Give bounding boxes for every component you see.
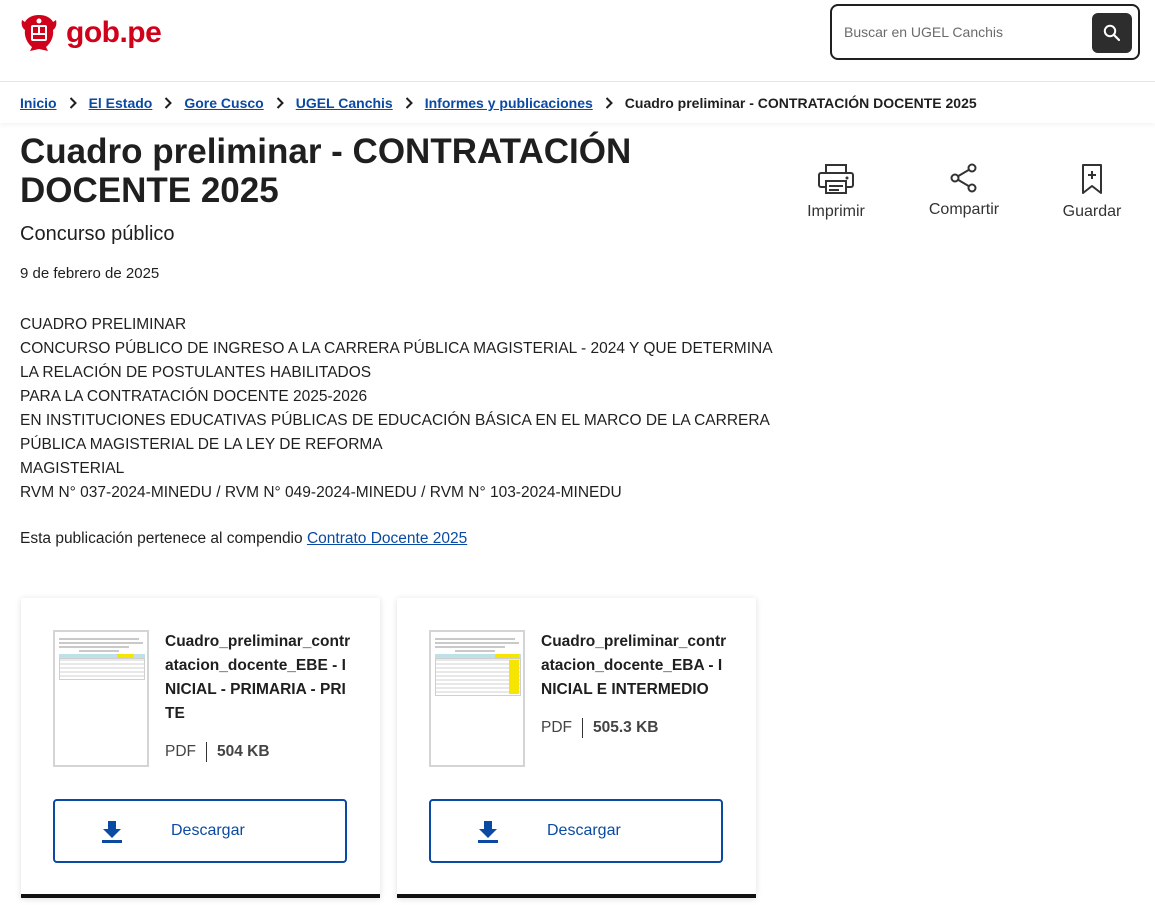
download-icon [478, 821, 498, 843]
file-card: Cuadro_preliminar_contratacion_docente_E… [21, 598, 380, 898]
gob-pe-logo[interactable]: gob.pe [18, 12, 162, 54]
page-subtitle: Concurso público [20, 223, 175, 245]
breadcrumb-link-el-estado[interactable]: El Estado [89, 95, 153, 111]
chevron-right-icon [397, 96, 421, 110]
breadcrumb-current: Cuadro preliminar - CONTRATACIÓN DOCENTE… [624, 95, 977, 111]
pdf-thumbnail[interactable] [429, 630, 525, 767]
share-icon [950, 163, 977, 193]
site-header: gob.pe [0, 0, 1155, 82]
file-meta: PDF 504 KB [165, 742, 270, 762]
description-line: EN INSTITUCIONES EDUCATIVAS PÚBLICAS DE … [20, 412, 770, 429]
description-line: CUADRO PRELIMINAR [20, 316, 187, 333]
logo-text: gob.pe [66, 16, 162, 49]
file-type: PDF [165, 743, 196, 760]
description-line: PÚBLICA MAGISTERIAL DE LA LEY DE REFORMA [20, 436, 383, 453]
save-label: Guardar [1062, 203, 1122, 220]
file-card: Cuadro_preliminar_contratacion_docente_E… [397, 598, 756, 898]
breadcrumb-link-inicio[interactable]: Inicio [20, 95, 57, 111]
publication-description: CUADRO PRELIMINAR CONCURSO PÚBLICO DE IN… [20, 313, 773, 505]
breadcrumb-link-gore-cusco[interactable]: Gore Cusco [184, 95, 263, 111]
breadcrumb: Inicio El Estado Gore Cusco UGEL Canchis… [0, 83, 1155, 123]
search-button[interactable] [1092, 13, 1132, 53]
search-icon [1103, 24, 1121, 42]
save-button[interactable]: Guardar [1052, 163, 1132, 221]
download-label: Descargar [171, 822, 245, 839]
download-button[interactable]: Descargar [429, 799, 723, 863]
share-button[interactable]: Compartir [924, 163, 1004, 219]
chevron-right-icon [61, 96, 85, 110]
file-name: Cuadro_preliminar_contratacion_docente_E… [165, 633, 351, 722]
file-size: 505.3 KB [593, 719, 659, 736]
description-line: RVM N° 037-2024-MINEDU / RVM N° 049-2024… [20, 484, 622, 501]
description-line: LA RELACIÓN DE POSTULANTES HABILITADOS [20, 364, 372, 381]
search-box [830, 4, 1140, 60]
bookmark-icon [1082, 164, 1102, 194]
print-label: Imprimir [807, 203, 865, 220]
file-type: PDF [541, 719, 572, 736]
compendium-prefix: Esta publicación pertenece al compendio [20, 530, 303, 547]
description-line: PARA LA CONTRATACIÓN DOCENTE 2025-2026 [20, 388, 368, 405]
chevron-right-icon [597, 96, 621, 110]
chevron-right-icon [156, 96, 180, 110]
print-button[interactable]: Imprimir [796, 163, 876, 221]
compendium-note: Esta publicación pertenece al compendio … [20, 530, 467, 548]
publication-date: 9 de febrero de 2025 [20, 265, 160, 282]
download-button[interactable]: Descargar [53, 799, 347, 863]
printer-icon [818, 164, 854, 194]
breadcrumb-link-ugel-canchis[interactable]: UGEL Canchis [296, 95, 393, 111]
file-name: Cuadro_preliminar_contratacion_docente_E… [541, 633, 727, 698]
description-line: CONCURSO PÚBLICO DE INGRESO A LA CARRERA… [20, 340, 773, 357]
download-label: Descargar [547, 822, 621, 839]
file-size: 504 KB [217, 743, 270, 760]
share-label: Compartir [928, 201, 1000, 218]
breadcrumb-link-informes[interactable]: Informes y publicaciones [425, 95, 593, 111]
file-meta: PDF 505.3 KB [541, 718, 658, 738]
peru-coat-of-arms-icon [21, 15, 57, 51]
page-title: Cuadro preliminar - CONTRATACIÓN DOCENTE… [20, 132, 632, 210]
download-icon [102, 821, 122, 843]
chevron-right-icon [268, 96, 292, 110]
pdf-thumbnail[interactable] [53, 630, 149, 767]
search-input[interactable] [844, 18, 1084, 46]
compendium-link[interactable]: Contrato Docente 2025 [307, 530, 467, 547]
description-line: MAGISTERIAL [20, 460, 125, 477]
